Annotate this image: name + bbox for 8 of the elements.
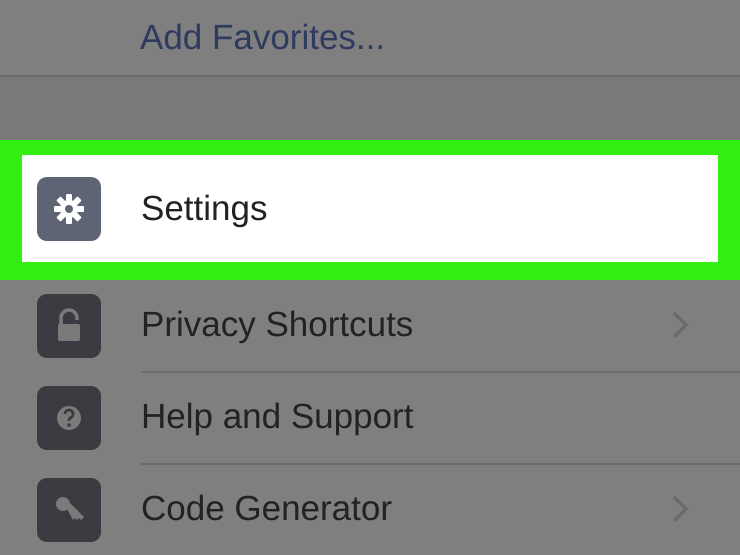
settings-icon (37, 176, 101, 240)
lock-icon (37, 294, 101, 358)
menu-item-label[interactable]: Help and Support (141, 397, 740, 437)
add-favorites-link[interactable]: Add Favorites... (140, 18, 386, 58)
menu-item-label[interactable]: Code Generator (141, 489, 670, 529)
menu-item-label[interactable]: Privacy Shortcuts (141, 305, 670, 345)
question-mark-icon (37, 386, 101, 450)
key-icon (37, 478, 101, 542)
